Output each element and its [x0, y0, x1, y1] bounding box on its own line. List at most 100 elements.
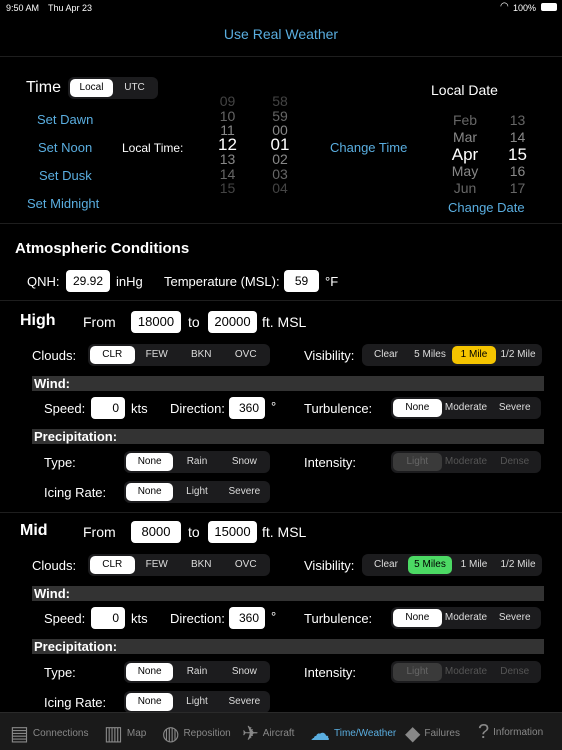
- picker-item[interactable]: Jun: [440, 180, 490, 197]
- visibility-segmented-option[interactable]: 5 Miles: [408, 556, 452, 574]
- clouds-segmented-option[interactable]: OVC: [224, 556, 269, 574]
- mode-local[interactable]: Local: [70, 79, 113, 97]
- picker-item[interactable]: Feb: [440, 112, 490, 129]
- clouds-segmented-option[interactable]: OVC: [224, 346, 269, 364]
- icing-segmented-option[interactable]: None: [126, 483, 174, 501]
- set-dusk-button[interactable]: Set Dusk: [39, 168, 92, 183]
- picker-item[interactable]: Apr: [440, 146, 490, 163]
- turbulence-segmented-option[interactable]: None: [393, 609, 442, 627]
- qnh-input[interactable]: 29.92: [66, 270, 110, 292]
- visibility-segmented-option[interactable]: 5 Miles: [408, 346, 452, 364]
- picker-item[interactable]: 13: [200, 152, 255, 167]
- wind-direction-input[interactable]: 360: [229, 607, 265, 629]
- picker-item[interactable]: 03: [255, 166, 305, 182]
- battery-icon: [541, 3, 557, 11]
- picker-item[interactable]: 15: [495, 146, 540, 163]
- temperature-input[interactable]: 59: [284, 270, 319, 292]
- wind-speed-input[interactable]: 0: [91, 607, 125, 629]
- picker-item[interactable]: 10: [200, 108, 255, 124]
- question-icon: ?: [478, 721, 490, 743]
- picker-item[interactable]: Mar: [440, 129, 490, 146]
- clouds-segmented-option[interactable]: BKN: [179, 556, 224, 574]
- icing-segmented-option[interactable]: None: [126, 693, 174, 711]
- cloud-icon: ☁: [310, 723, 330, 745]
- clouds-segmented-option[interactable]: CLR: [90, 556, 135, 574]
- to-altitude-input[interactable]: 20000: [208, 311, 257, 333]
- picker-item[interactable]: 13: [495, 112, 540, 129]
- picker-item[interactable]: 58: [255, 94, 305, 109]
- minute-picker[interactable]: 58 59 00 01 02 03 04: [255, 94, 305, 204]
- tab-information[interactable]: ? Information: [478, 721, 543, 744]
- visibility-segmented-option[interactable]: 1/2 Mile: [496, 556, 540, 574]
- precip-type-segmented-option[interactable]: Snow: [221, 453, 268, 471]
- icing-segmented-option[interactable]: Light: [173, 693, 220, 711]
- hour-picker[interactable]: 09 10 11 12 13 14 15: [200, 94, 255, 204]
- clouds-segmented-option[interactable]: CLR: [90, 346, 135, 364]
- tab-reposition[interactable]: ◍ Reposition: [162, 721, 231, 746]
- picker-item[interactable]: 02: [255, 152, 305, 167]
- picker-item[interactable]: 04: [255, 181, 305, 196]
- visibility-segmented-option[interactable]: Clear: [364, 556, 408, 574]
- precip-type-segmented-option[interactable]: None: [126, 663, 174, 681]
- wind-speed-input[interactable]: 0: [91, 397, 125, 419]
- month-picker[interactable]: Feb Mar Apr May Jun: [440, 112, 490, 196]
- set-midnight-button[interactable]: Set Midnight: [27, 196, 99, 211]
- visibility-segmented-option[interactable]: 1 Mile: [452, 556, 496, 574]
- warning-icon: ◆: [405, 723, 421, 745]
- set-dawn-button[interactable]: Set Dawn: [37, 112, 93, 127]
- tab-time-weather[interactable]: ☁ Time/Weather: [310, 721, 396, 746]
- icing-segmented-option[interactable]: Severe: [221, 693, 268, 711]
- clouds-segmented-option[interactable]: FEW: [135, 346, 180, 364]
- precip-type-segmented-option[interactable]: None: [126, 453, 174, 471]
- day-picker[interactable]: 13 14 15 16 17: [495, 112, 540, 196]
- tab-map[interactable]: ▥ Map: [104, 721, 146, 746]
- picker-item[interactable]: 15: [200, 181, 255, 196]
- tab-label: Time/Weather: [334, 728, 397, 739]
- turbulence-segmented-option[interactable]: Moderate: [442, 399, 491, 417]
- from-label: From: [83, 524, 116, 540]
- to-altitude-input[interactable]: 15000: [208, 521, 257, 543]
- precip-type-segmented-option[interactable]: Rain: [173, 453, 220, 471]
- picker-item[interactable]: May: [440, 163, 490, 180]
- tab-label: Map: [126, 728, 147, 739]
- clouds-segmented-option[interactable]: BKN: [179, 346, 224, 364]
- precipitation-header: Precipitation:: [32, 639, 544, 654]
- change-date-button[interactable]: Change Date: [448, 200, 525, 215]
- wind-direction-input[interactable]: 360: [229, 397, 265, 419]
- turbulence-segmented-option[interactable]: None: [393, 399, 442, 417]
- icing-segmented-option[interactable]: Severe: [221, 483, 268, 501]
- degree-unit: °: [271, 399, 277, 414]
- precip-type-segmented-option[interactable]: Snow: [221, 663, 268, 681]
- set-noon-button[interactable]: Set Noon: [38, 140, 92, 155]
- intensity-segmented-option: Light: [393, 453, 442, 471]
- picker-item[interactable]: 01: [255, 136, 305, 152]
- status-date: Thu Apr 23: [48, 3, 93, 13]
- turbulence-segmented: None Moderate Severe: [391, 397, 541, 419]
- mode-utc[interactable]: UTC: [113, 79, 156, 97]
- status-battery: 100%: [513, 3, 537, 13]
- picker-item[interactable]: 59: [255, 108, 305, 124]
- tab-connections[interactable]: ▤ Connections: [10, 721, 89, 746]
- use-real-weather-button[interactable]: Use Real Weather: [0, 26, 562, 42]
- picker-item[interactable]: 14: [495, 129, 540, 146]
- turbulence-segmented-option[interactable]: Severe: [490, 609, 539, 627]
- visibility-segmented-option[interactable]: 1 Mile: [452, 346, 496, 364]
- from-altitude-input[interactable]: 18000: [131, 311, 181, 333]
- change-time-button[interactable]: Change Time: [330, 140, 407, 155]
- icing-segmented-option[interactable]: Light: [173, 483, 220, 501]
- from-altitude-input[interactable]: 8000: [131, 521, 181, 543]
- picker-item[interactable]: 16: [495, 163, 540, 180]
- precip-type-segmented-option[interactable]: Rain: [173, 663, 220, 681]
- direction-label: Direction:: [170, 401, 225, 416]
- picker-item[interactable]: 17: [495, 180, 540, 197]
- visibility-segmented-option[interactable]: Clear: [364, 346, 408, 364]
- visibility-segmented-option[interactable]: 1/2 Mile: [496, 346, 540, 364]
- picker-item[interactable]: 14: [200, 166, 255, 182]
- tab-aircraft[interactable]: ✈ Aircraft: [242, 721, 294, 746]
- turbulence-segmented-option[interactable]: Moderate: [442, 609, 491, 627]
- turbulence-segmented-option[interactable]: Severe: [490, 399, 539, 417]
- tab-failures[interactable]: ◆ Failures: [405, 721, 460, 746]
- picker-item[interactable]: 09: [200, 94, 255, 109]
- picker-item[interactable]: 12: [200, 136, 255, 152]
- clouds-segmented-option[interactable]: FEW: [135, 556, 180, 574]
